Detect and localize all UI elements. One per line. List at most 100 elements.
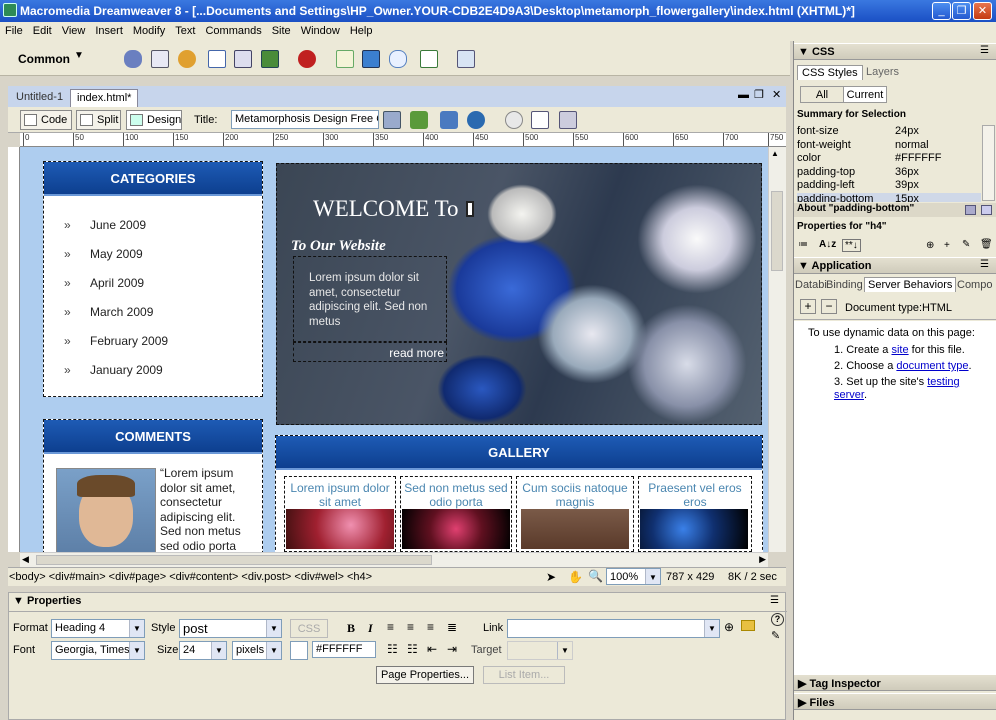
close-button[interactable]: ✕ [973,2,992,20]
category-item[interactable]: » April 2009 [64,276,144,290]
set-properties-icon[interactable]: **↓ [842,239,861,252]
refresh-icon[interactable] [505,111,523,129]
design-canvas[interactable]: CATEGORIES » June 2009 » May 2009 » April 2… [20,147,768,552]
comment-icon[interactable] [389,50,407,68]
scroll-thumb[interactable] [771,191,783,271]
vertical-scrollbar[interactable]: ▲ [768,147,786,552]
align-center-icon[interactable]: ≡ [407,620,414,634]
category-item[interactable]: » February 2009 [64,334,168,348]
css-rule-row[interactable]: font-weight normal [797,139,981,152]
category-view-icon[interactable]: ≔ [798,239,808,250]
named-anchor-icon[interactable] [178,50,196,68]
link-input[interactable]: ▼ [507,619,720,638]
scroll-thumb[interactable] [36,555,432,565]
page-properties-button[interactable]: Page Properties... [376,666,474,684]
list-item-button[interactable]: List Item... [483,666,565,684]
browser-check-icon[interactable] [467,111,485,129]
bold-button[interactable]: B [347,621,355,636]
css-rule-row[interactable]: padding-bottom 15px [797,193,981,202]
document-type-link[interactable]: document type [896,360,968,372]
hyperlink-icon[interactable] [124,50,142,68]
category-item[interactable]: » May 2009 [64,247,143,261]
gallery-thumbnail-pink-flowers[interactable] [286,509,394,549]
css-rule-row[interactable]: color #FFFFFF [797,152,981,165]
file-transfer-icon[interactable] [440,111,458,129]
minimize-button[interactable]: _ [932,2,951,20]
panel-options-icon[interactable]: ☰ [980,45,989,56]
help-icon[interactable]: ? [771,613,784,626]
maximize-button[interactable]: ❐ [952,2,971,20]
edit-style-icon[interactable]: ✎ [962,239,970,250]
design-view-button[interactable]: Design [126,110,182,130]
table-icon[interactable] [208,50,226,68]
tag-selector[interactable]: <body> <div#main> <div#page> <div#conten… [9,571,372,583]
doc-restore-button[interactable]: ❐ [754,88,764,101]
alpha-view-icon[interactable]: A↓z [819,239,836,250]
email-link-icon[interactable] [151,50,169,68]
application-panel-header[interactable]: ▼ Application [794,257,996,274]
css-rule-row[interactable]: padding-top 36px [797,166,981,179]
comments-box[interactable]: COMMENTS “Lorem ipsum dolor sit amet, co… [43,419,263,552]
menu-site[interactable]: Site [267,22,296,37]
show-list-icon[interactable] [981,205,992,215]
color-swatch[interactable] [290,641,308,660]
css-panel-header[interactable]: ▼ CSS [794,43,996,60]
categories-box[interactable]: CATEGORIES » June 2009 » May 2009 » April 2… [43,161,263,397]
tab-bindings[interactable]: Binding [826,279,863,291]
italic-button[interactable]: I [368,621,373,636]
menu-text[interactable]: Text [170,22,200,37]
attach-stylesheet-icon[interactable]: ⊕ [926,240,934,251]
align-left-icon[interactable]: ≡ [387,620,394,634]
align-right-icon[interactable]: ≡ [427,620,434,634]
file-management-icon[interactable] [383,111,401,129]
doc-minimize-button[interactable]: ▬ [738,89,749,101]
css-summary-list[interactable]: font-size 24px font-weight normal color #FF… [794,122,984,202]
panel-options-icon[interactable]: ☰ [980,259,989,270]
show-category-icon[interactable] [965,205,976,215]
menu-view[interactable]: View [57,22,91,37]
code-view-button[interactable]: Code [20,110,72,130]
remove-behavior-button[interactable]: − [821,299,837,314]
tab-css-styles[interactable]: CSS Styles [797,65,863,80]
size-select[interactable]: 24 ▼ [179,641,227,660]
tag-chooser-icon[interactable] [457,50,475,68]
tab-untitled-1[interactable]: Untitled-1 [10,89,69,107]
insert-category-select[interactable]: Common [18,52,70,66]
zoom-select[interactable]: 100% ▼ [606,568,661,585]
scroll-up-icon[interactable]: ▲ [771,149,779,158]
date-icon[interactable] [336,50,354,68]
tag-inspector-header[interactable]: ▶ Tag Inspector [794,674,996,691]
category-item[interactable]: » March 2009 [64,305,153,319]
menu-insert[interactable]: Insert [90,22,128,37]
point-to-file-icon[interactable]: ⊕ [724,620,734,634]
image-icon[interactable] [261,50,279,68]
horizontal-scrollbar[interactable]: ◀ ▶ [20,552,768,567]
server-include-icon[interactable] [362,50,380,68]
css-button[interactable]: CSS [290,619,328,638]
menu-modify[interactable]: Modify [128,22,170,37]
templates-icon[interactable] [420,50,438,68]
color-input[interactable]: #FFFFFF [312,641,376,658]
doc-close-button[interactable]: ✕ [772,88,781,101]
view-options-icon[interactable] [531,111,549,129]
split-view-button[interactable]: Split [76,110,121,130]
css-rule-row[interactable]: font-size 24px [797,125,981,138]
scroll-left-icon[interactable]: ◀ [22,554,29,565]
justify-icon[interactable]: ≣ [447,620,457,634]
unit-select[interactable]: pixels ▼ [232,641,282,660]
menu-file[interactable]: File [0,22,28,37]
menu-window[interactable]: Window [296,22,345,37]
tab-databases[interactable]: Databi [795,279,827,291]
media-icon[interactable] [298,50,316,68]
folder-icon[interactable] [741,620,755,631]
zoom-tool-icon[interactable]: 🔍 [588,569,603,583]
files-panel-header[interactable]: ▶ Files [794,693,996,710]
all-mode-button[interactable]: All [800,86,844,103]
category-item[interactable]: » January 2009 [64,363,163,377]
indent-icon[interactable]: ⇥ [447,642,457,656]
add-behavior-button[interactable]: + [800,299,816,314]
welcome-heading[interactable]: WELCOME To [313,196,459,222]
css-rule-row[interactable]: padding-left 39px [797,179,981,192]
menu-edit[interactable]: Edit [28,22,57,37]
page-title-input[interactable]: Metamorphosis Design Free Cs [231,110,379,129]
